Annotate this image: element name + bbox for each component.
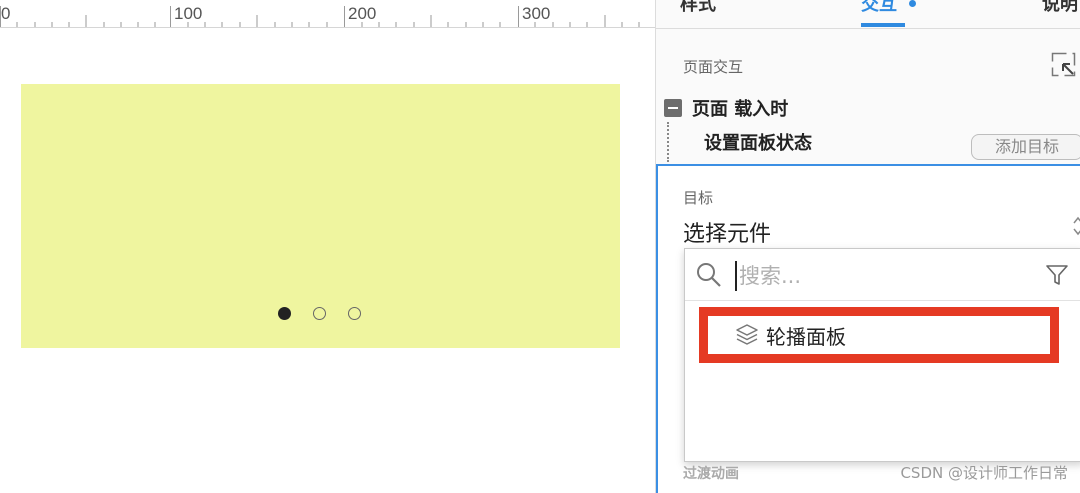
tab-style[interactable]: 样式 bbox=[680, 0, 716, 16]
carousel-panel[interactable] bbox=[21, 84, 620, 348]
target-editor: 目标 选择元件 搜索... 轮播面板 过渡动画 bbox=[656, 164, 1080, 493]
search-row bbox=[685, 249, 1080, 301]
search-input[interactable] bbox=[739, 259, 1029, 293]
expand-corner-icon[interactable] bbox=[1051, 52, 1077, 78]
filter-icon[interactable] bbox=[1045, 263, 1069, 287]
inspector-tabs: 样式 交互 说明 bbox=[656, 0, 1080, 29]
carousel-dot-1[interactable] bbox=[278, 307, 291, 320]
search-icon bbox=[697, 263, 721, 287]
text-caret bbox=[735, 261, 737, 291]
active-tab-underline bbox=[861, 23, 905, 27]
result-item-carousel-panel[interactable]: 轮播面板 bbox=[699, 307, 1059, 363]
target-label: 目标 bbox=[683, 189, 714, 207]
ruler-ticks bbox=[0, 6, 640, 27]
tree-connector bbox=[667, 122, 669, 162]
event-page-load[interactable]: 页面 载入时 bbox=[664, 96, 788, 120]
target-select[interactable]: 选择元件 bbox=[683, 216, 771, 248]
ruler-label-100: 100 bbox=[174, 4, 203, 23]
chevron-updown-icon[interactable] bbox=[1071, 214, 1080, 238]
inspector-panel: 样式 交互 说明 页面交互 页面 载入时 设置面板状态 添加目标 目标 选择元件 bbox=[655, 0, 1080, 493]
ruler-label-200: 200 bbox=[348, 4, 377, 23]
transition-label: 过渡动画 bbox=[683, 466, 739, 482]
section-title: 页面交互 bbox=[683, 58, 744, 76]
event-label: 页面 载入时 bbox=[692, 99, 789, 120]
carousel-dot-2[interactable] bbox=[313, 307, 326, 320]
ruler-label-0: 0 bbox=[1, 4, 11, 23]
design-canvas[interactable]: 0 100 200 300 bbox=[0, 0, 655, 493]
tab-interaction-indicator bbox=[909, 0, 916, 7]
carousel-dot-3[interactable] bbox=[348, 307, 361, 320]
tab-notes[interactable]: 说明 bbox=[1042, 0, 1078, 16]
action-set-panel-state[interactable]: 设置面板状态 bbox=[704, 129, 812, 155]
watermark: CSDN @设计师工作日常 bbox=[900, 464, 1068, 482]
ruler-label-300: 300 bbox=[522, 4, 551, 23]
add-target-button[interactable]: 添加目标 bbox=[971, 134, 1080, 160]
result-label: 轮播面板 bbox=[766, 324, 846, 349]
horizontal-ruler: 0 100 200 300 bbox=[0, 0, 655, 28]
layers-icon bbox=[736, 324, 758, 345]
minus-square-icon[interactable] bbox=[664, 99, 682, 117]
tab-interaction[interactable]: 交互 bbox=[861, 0, 897, 16]
target-dropdown: 轮播面板 bbox=[684, 248, 1080, 462]
